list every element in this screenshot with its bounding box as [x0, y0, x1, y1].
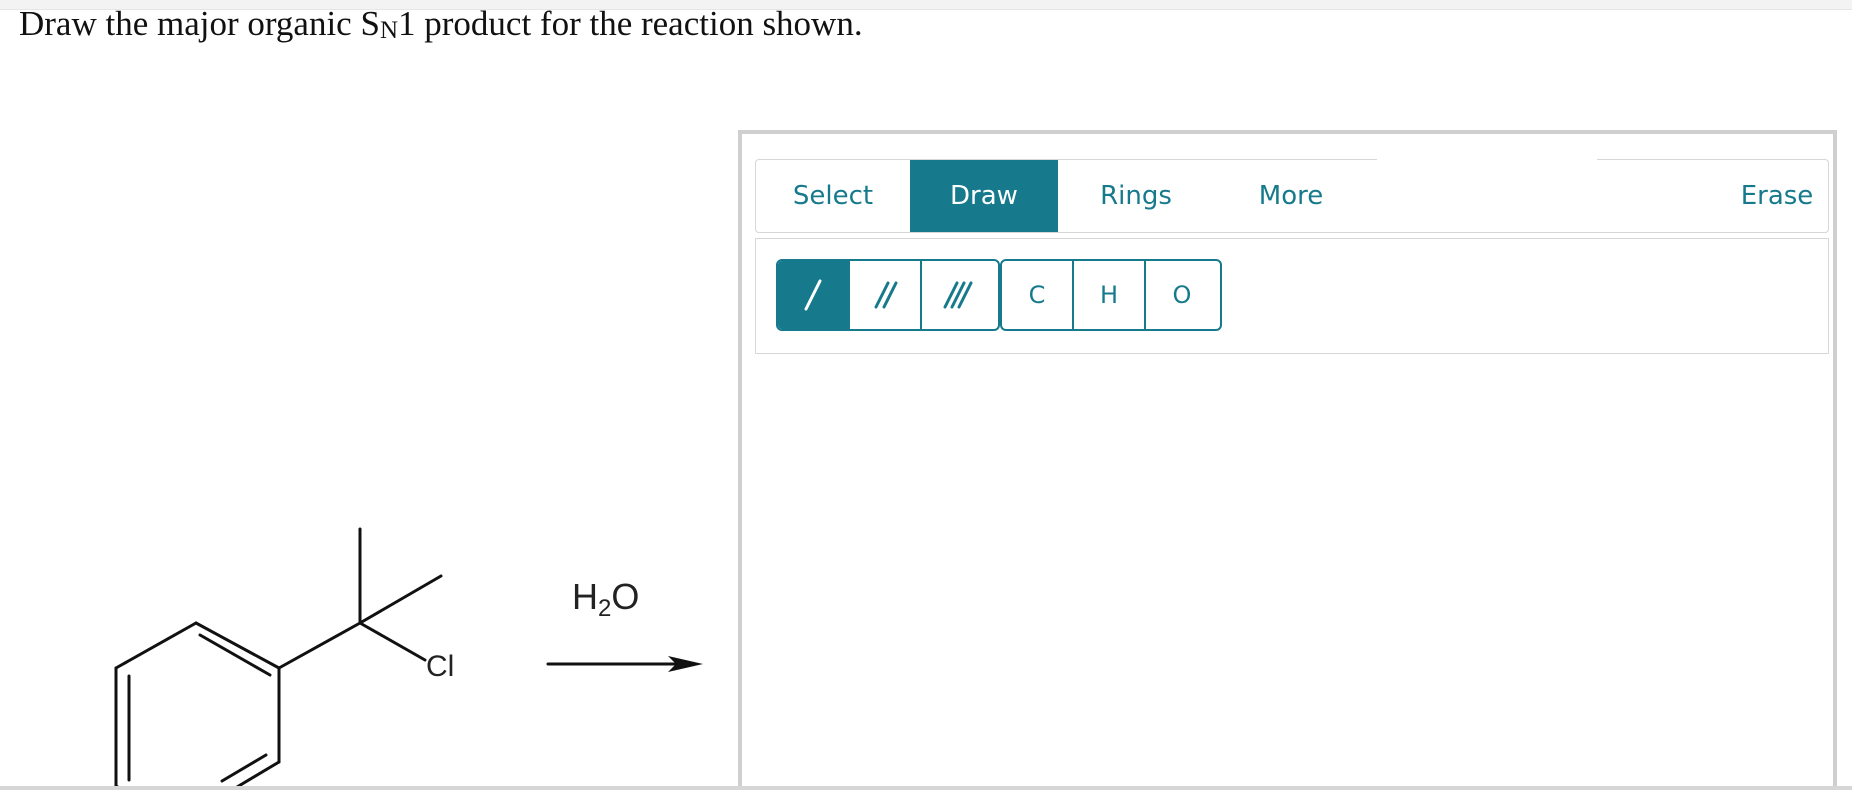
reagent-h: H: [572, 576, 598, 617]
tab-rings[interactable]: Rings: [1058, 160, 1214, 232]
triple-bond-icon: [943, 281, 973, 309]
aryl-carbon-bond: [277, 621, 362, 670]
question-suffix: 1 product for the reaction shown.: [398, 4, 863, 43]
reagent-water-label: H2O: [572, 576, 640, 621]
atom-oxygen-button[interactable]: O: [1146, 261, 1218, 329]
question-prefix: Draw the major organic: [19, 4, 361, 43]
ring-double-inner-bottom: [220, 753, 268, 783]
double-bond-icon: [874, 281, 898, 309]
drawing-editor[interactable]: Select Draw Rings More Erase C H O: [738, 130, 1837, 790]
ring-bond-top-right: [194, 621, 281, 670]
methyl-bond-right: [358, 574, 443, 625]
sn-n-subscript: N: [379, 17, 398, 44]
page-bottom-border: [0, 786, 1852, 790]
atom-hydrogen-button[interactable]: H: [1074, 261, 1146, 329]
triple-bond-button[interactable]: [922, 261, 994, 329]
ring-bond-top-left: [114, 621, 198, 670]
reagent-o: O: [611, 576, 640, 617]
question-text: Draw the major organic SN1 product for t…: [19, 2, 863, 50]
editor-toolbar: Select Draw Rings More Erase: [755, 158, 1829, 233]
atom-carbon-button[interactable]: C: [1002, 261, 1074, 329]
drawing-canvas[interactable]: [755, 354, 1829, 794]
tab-select[interactable]: Select: [756, 160, 910, 232]
draw-tools-bar: C H O: [755, 238, 1829, 354]
bond-tool-group: [776, 259, 1000, 331]
chlorine-label: Cl: [426, 650, 455, 683]
ring-double-inner-top: [198, 633, 272, 677]
tab-draw[interactable]: Draw: [910, 160, 1058, 232]
single-bond-icon: [804, 279, 822, 311]
atom-tool-group: C H O: [1000, 259, 1222, 331]
single-bond-button[interactable]: [778, 261, 850, 329]
reaction-scheme: [114, 527, 703, 790]
sn-s-letter: S: [360, 4, 380, 43]
carbon-chlorine-bond: [358, 621, 427, 662]
reagent-subscript: 2: [598, 595, 612, 622]
tab-erase[interactable]: Erase: [1726, 160, 1828, 232]
tab-more[interactable]: More: [1214, 160, 1368, 232]
toolbar-border-gap: [1377, 158, 1597, 162]
double-bond-button[interactable]: [850, 261, 922, 329]
